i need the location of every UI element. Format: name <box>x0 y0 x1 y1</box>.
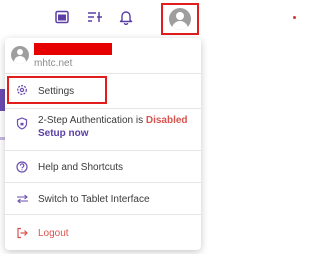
calendar-icon[interactable] <box>55 10 69 24</box>
redacted-username <box>34 43 112 55</box>
user-info: mhtc.net <box>5 38 201 73</box>
menu-item-settings[interactable]: Settings <box>5 73 201 108</box>
bell-icon[interactable] <box>119 9 133 25</box>
user-avatar-button[interactable] <box>161 3 199 35</box>
menu-item-label: Settings <box>38 86 75 97</box>
menu-item-two-step-auth: 2-Step Authentication is Disabled Setup … <box>5 108 201 150</box>
user-avatar-icon <box>169 8 191 30</box>
menu-item-help[interactable]: Help and Shortcuts <box>5 150 201 182</box>
user-domain: mhtc.net <box>34 58 73 69</box>
setup-now-link[interactable]: Setup now <box>38 128 89 139</box>
user-dropdown-menu: mhtc.net Settings 2-Step Authentication … <box>5 38 201 250</box>
logout-icon <box>17 227 28 239</box>
sliders-icon[interactable] <box>87 10 103 24</box>
menu-item-label: Help and Shortcuts <box>38 162 124 173</box>
shield-lock-icon <box>16 117 28 130</box>
user-avatar-small-icon <box>11 46 29 64</box>
switch-arrows-icon <box>17 194 28 204</box>
help-circle-icon <box>16 161 28 173</box>
two-step-text: 2-Step Authentication is Disabled <box>38 115 188 126</box>
menu-item-tablet[interactable]: Switch to Tablet Interface <box>5 182 201 214</box>
two-step-prefix: 2-Step Authentication is <box>38 115 146 126</box>
menu-item-label: Logout <box>38 228 69 239</box>
menu-item-logout[interactable]: Logout <box>5 214 201 250</box>
menu-item-label: Switch to Tablet Interface <box>38 194 150 205</box>
notification-dot <box>293 16 296 19</box>
gear-icon <box>17 85 27 95</box>
two-step-status: Disabled <box>145 115 188 126</box>
